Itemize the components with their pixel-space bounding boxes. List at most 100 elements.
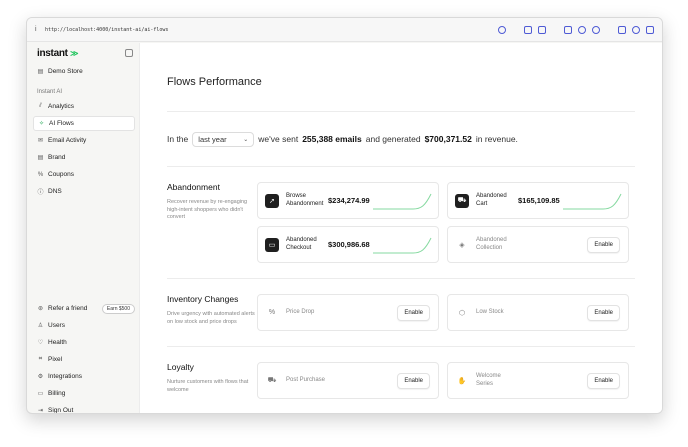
sidebar: instant ≫ ▤ Demo Store Instant AI ⫽ Analy… <box>27 42 139 413</box>
gift-icon: ⊛ <box>37 306 44 312</box>
sparkline-line <box>563 193 622 210</box>
address-bar[interactable]: i http://localhost:4000/instant-ai/ai-fl… <box>27 18 662 42</box>
sidebar-item-label: Pixel <box>48 356 63 363</box>
sidebar-item-label: Refer a friend <box>48 305 88 312</box>
flow-sections: Abandonment Recover revenue by re-engagin… <box>167 167 635 399</box>
sidebar-item-coupons[interactable]: % Coupons <box>33 167 135 182</box>
enable-button[interactable]: Enable <box>587 236 620 253</box>
section-loyalty: Loyalty Nurture customers with flows that… <box>167 347 635 399</box>
card-icon: ▭ <box>37 391 44 397</box>
store-selector[interactable]: ▤ Demo Store <box>33 64 135 79</box>
flow-card[interactable]: ⛟ Abandoned Cart $165,109.85 <box>447 182 629 219</box>
flow-card[interactable]: ▭ Abandoned Checkout $300,986.68 <box>257 226 439 263</box>
mail-icon[interactable] <box>564 25 572 34</box>
settings-icon[interactable] <box>578 25 586 34</box>
performance-summary: In the last year ⌄ we've sent 255,388 em… <box>167 112 635 166</box>
enable-button[interactable]: Enable <box>397 304 430 321</box>
truck-icon: ⛟ <box>267 377 277 384</box>
enable-button[interactable]: Enable <box>587 304 620 321</box>
section-title: Inventory Changes <box>167 294 239 304</box>
checkout-icon: ▭ <box>265 237 279 252</box>
mail-icon: ✉ <box>37 138 44 144</box>
chevron-down-icon: ⌄ <box>243 136 249 143</box>
section-intro: Loyalty Nurture customers with flows that… <box>167 362 257 399</box>
sidebar-item-label: Email Activity <box>48 137 87 144</box>
brand-header: instant ≫ <box>33 42 135 64</box>
flow-card[interactable]: ⛟ Post Purchase Enable <box>257 362 439 399</box>
screenshot-icon[interactable] <box>524 25 532 34</box>
flow-cards: % Price Drop Enable ⬡ Low Stock Enable <box>257 294 629 331</box>
info-icon: ⓘ <box>37 190 44 196</box>
sidebar-item-sign-out[interactable]: ⇥ Sign Out <box>33 403 135 414</box>
sidebar-item-label: Integrations <box>48 373 82 380</box>
sidebar-item-users[interactable]: ♙ Users <box>33 318 135 333</box>
flow-card[interactable]: % Price Drop Enable <box>257 294 439 331</box>
sidebar-item-brand[interactable]: ▤ Brand <box>33 150 135 165</box>
flow-card[interactable]: ◈ Abandoned Collection Enable <box>447 226 629 263</box>
flow-card[interactable]: ✋ Welcome Series Enable <box>447 362 629 399</box>
user-icon: ♙ <box>37 323 44 329</box>
section-inventory-changes: Inventory Changes Drive urgency with auto… <box>167 279 635 331</box>
cursor-icon: ➚ <box>265 193 279 208</box>
earn-badge[interactable]: Earn $500 <box>101 303 135 314</box>
sidebar-item-analytics[interactable]: ⫽ Analytics <box>33 99 135 114</box>
flow-revenue: $165,109.85 <box>518 196 560 205</box>
flow-cards: ➚ Browse Abandonment $234,274.99 ⛟ Abandoned… <box>257 182 629 263</box>
sidebar-item-refer-a-friend[interactable]: ⊛ Refer a friend Earn $500 <box>33 301 135 316</box>
heart-icon: ♡ <box>37 340 44 346</box>
sidebar-item-label: AI Flows <box>49 120 74 127</box>
sidebar-item-dns[interactable]: ⓘ DNS <box>33 184 135 199</box>
collapse-sidebar-icon[interactable] <box>125 49 133 57</box>
profile-icon[interactable] <box>632 25 640 34</box>
section-label-instant-ai: Instant AI <box>37 89 63 95</box>
sidebar-item-pixel[interactable]: ⌗ Pixel <box>33 352 135 367</box>
store-name: Demo Store <box>48 68 83 75</box>
sparkline-line <box>373 237 432 254</box>
code-icon[interactable] <box>618 25 626 34</box>
sidebar-item-label: Coupons <box>48 171 75 178</box>
box-icon: ⬡ <box>458 309 466 317</box>
flow-name: Abandoned Cart <box>476 193 507 207</box>
info-icon[interactable]: i <box>35 26 45 33</box>
sparkline-chart <box>373 237 432 254</box>
url-text[interactable]: http://localhost:4000/instant-ai/ai-flow… <box>45 27 498 33</box>
sidebar-item-ai-flows[interactable]: ✧ AI Flows <box>33 116 135 131</box>
enable-button[interactable]: Enable <box>397 372 430 389</box>
logo[interactable]: instant ≫ <box>37 48 79 59</box>
sparkline-chart <box>373 193 432 210</box>
camera-icon[interactable] <box>538 25 546 34</box>
period-select[interactable]: last year ⌄ <box>192 131 255 147</box>
sidebar-item-label: Users <box>48 322 65 329</box>
target-icon[interactable] <box>592 25 600 34</box>
sidebar-item-health[interactable]: ♡ Health <box>33 335 135 350</box>
section-intro: Abandonment Recover revenue by re-engagin… <box>167 182 257 263</box>
sidebar-item-email-activity[interactable]: ✉ Email Activity <box>33 133 135 148</box>
emails-sent: 255,388 emails <box>302 134 362 144</box>
section-description: Recover revenue by re-engaging high-inte… <box>167 199 248 220</box>
sidebar-item-billing[interactable]: ▭ Billing <box>33 386 135 401</box>
flow-name: Low Stock <box>476 308 504 315</box>
flow-card[interactable]: ➚ Browse Abandonment $234,274.99 <box>257 182 439 219</box>
percent-icon: % <box>268 309 276 316</box>
enable-button[interactable]: Enable <box>587 372 620 389</box>
sidebar-item-label: Sign Out <box>48 407 74 414</box>
cart-icon: ⛟ <box>455 193 469 208</box>
sidebar-item-integrations[interactable]: ⚙ Integrations <box>33 369 135 384</box>
toolbar-icons <box>498 25 654 34</box>
sidebar-item-label: DNS <box>48 188 62 195</box>
sidebar-toggle-icon[interactable] <box>646 25 654 34</box>
link-icon[interactable] <box>498 25 506 34</box>
section-title: Abandonment <box>167 182 220 192</box>
sidebar-item-label: Health <box>48 339 67 346</box>
summary-prefix: In the <box>167 134 189 144</box>
sparkline-chart <box>563 193 622 210</box>
logo-mark-icon: ≫ <box>70 48 79 58</box>
logout-icon: ⇥ <box>37 408 44 414</box>
percent-icon: % <box>37 171 44 178</box>
section-title: Loyalty <box>167 362 194 372</box>
flow-card[interactable]: ⬡ Low Stock Enable <box>447 294 629 331</box>
layers-icon: ◈ <box>459 241 465 249</box>
flow-name: Post Purchase <box>286 376 326 383</box>
summary-suffix: in revenue. <box>475 134 518 144</box>
section-description: Nurture customers with flows that welcom… <box>167 379 249 393</box>
